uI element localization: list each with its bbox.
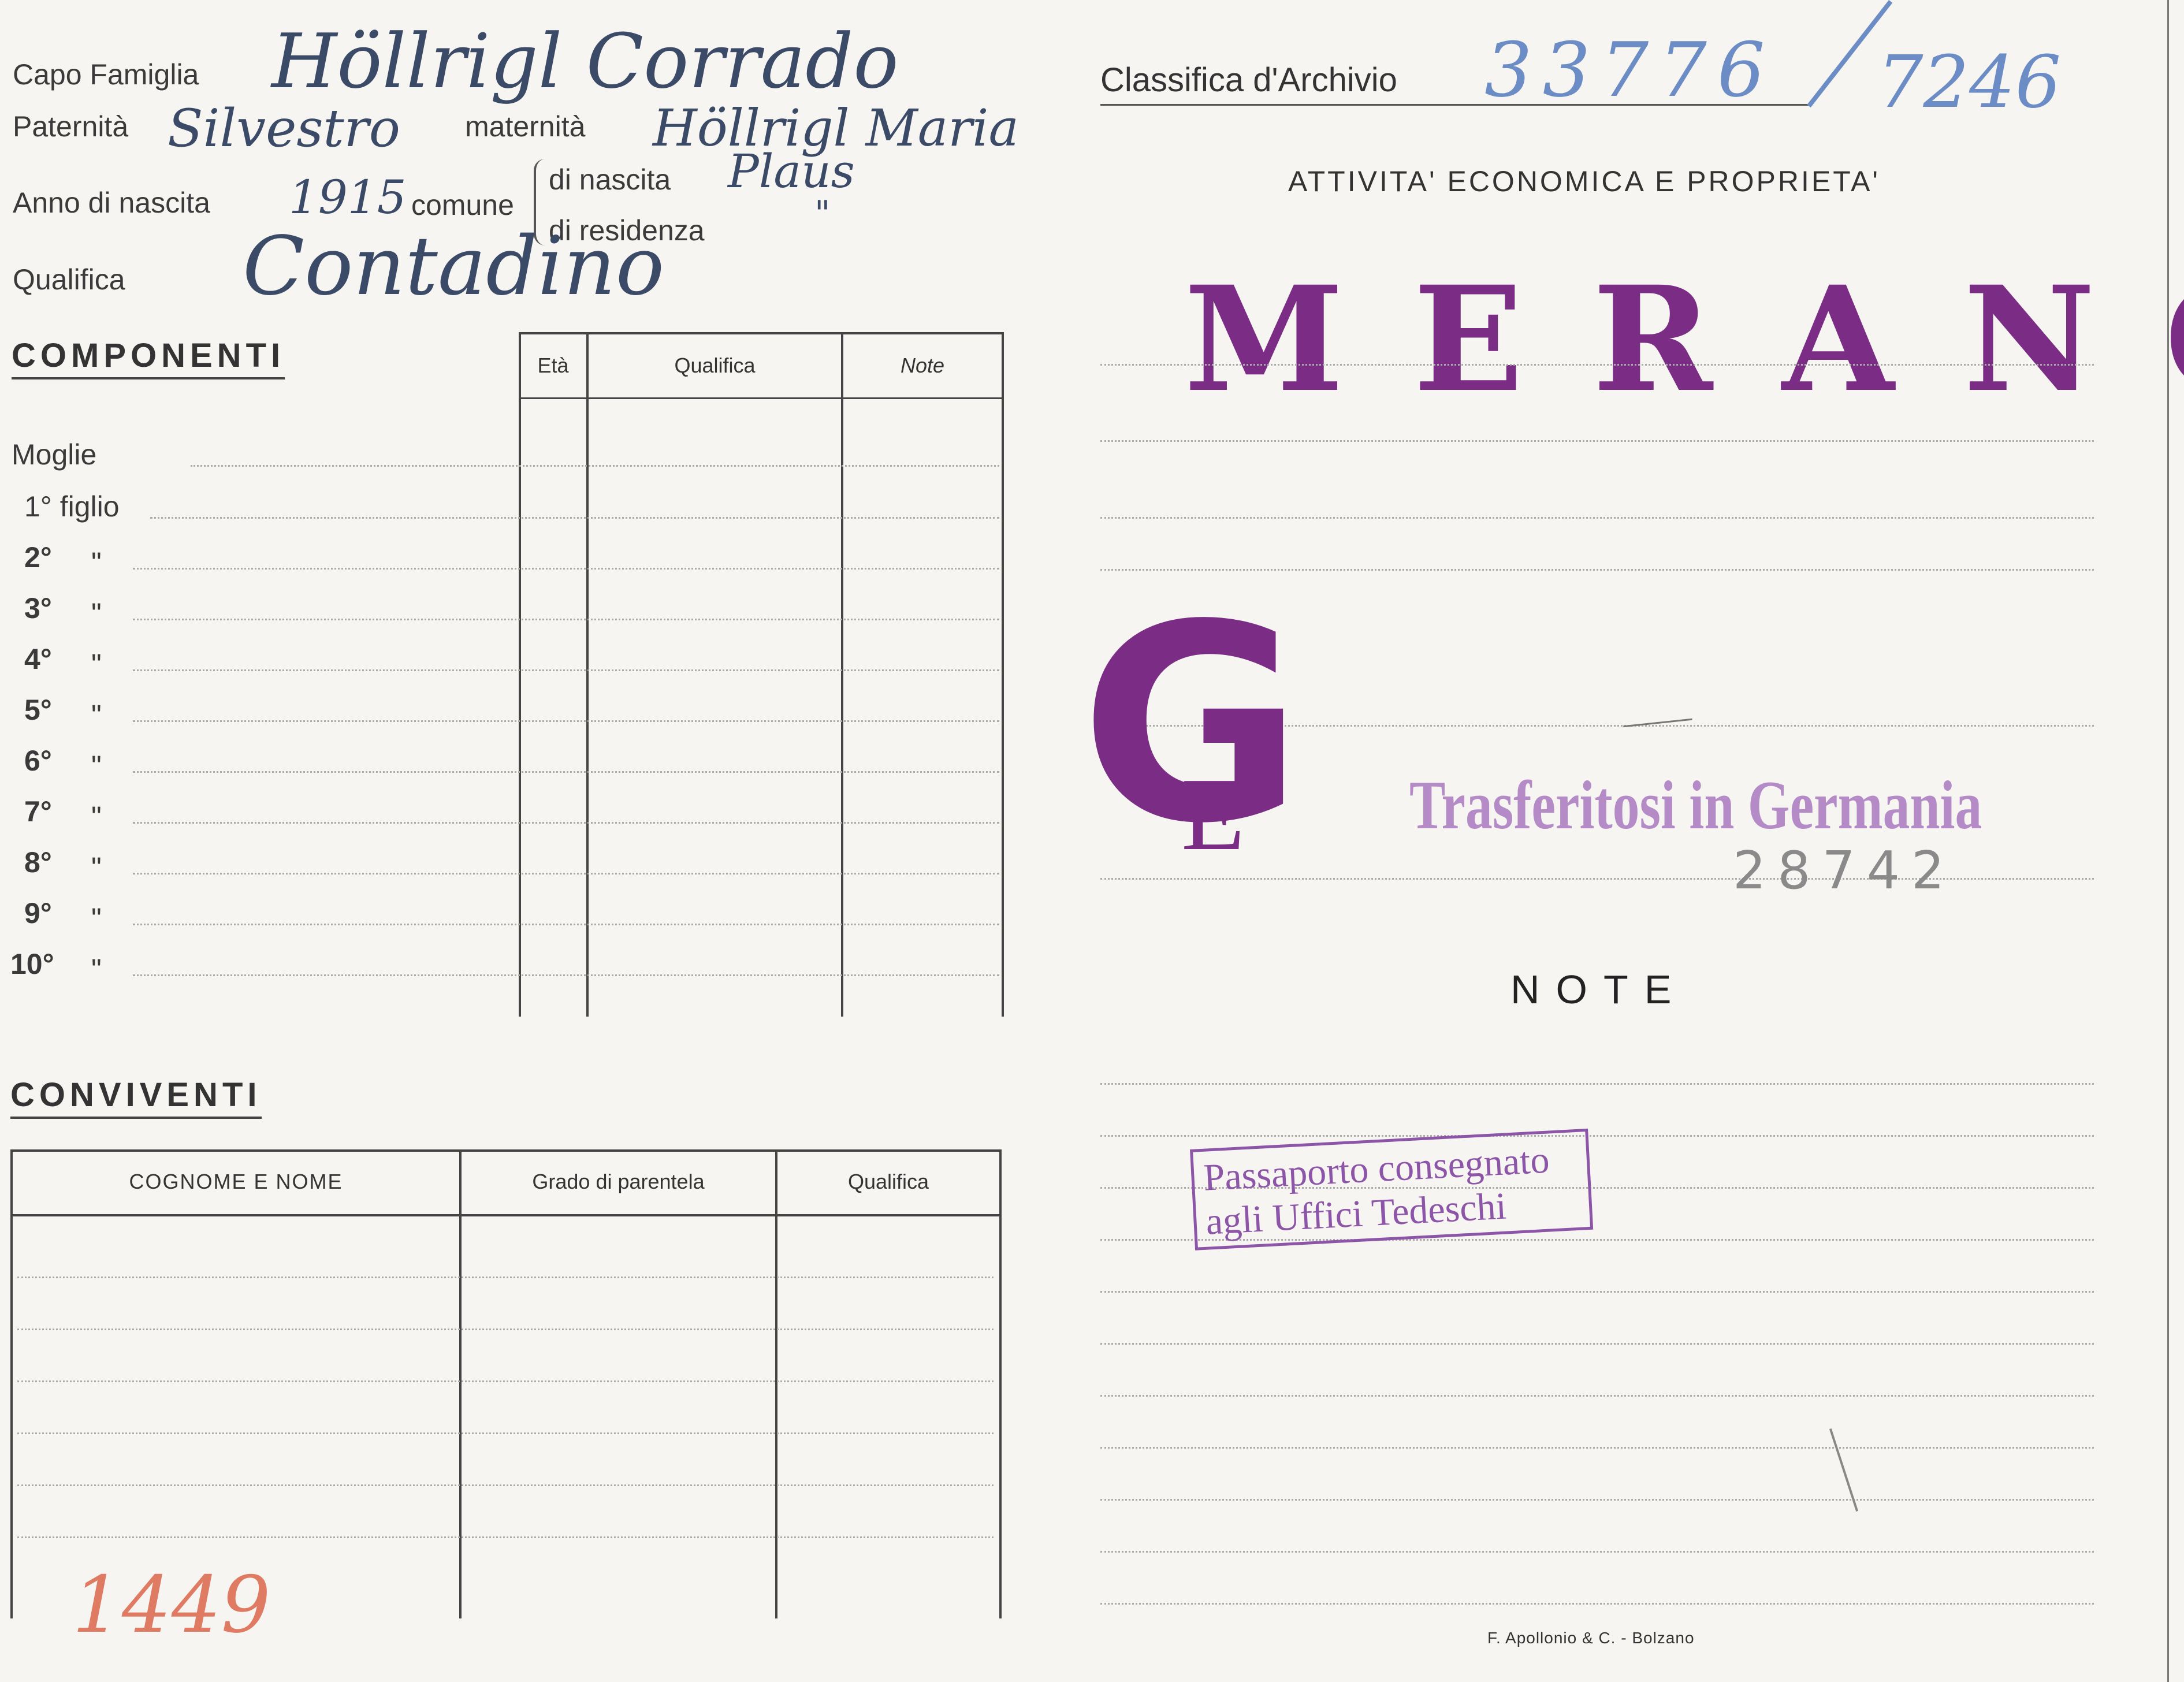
conv-col-grado xyxy=(775,1149,777,1618)
merano-stamp: MERANO xyxy=(1184,254,2184,424)
comp-header-eta: Età xyxy=(537,353,569,377)
paternita-value: Silvestro xyxy=(168,98,400,159)
conv-table-top xyxy=(10,1149,1002,1152)
conv-col-right xyxy=(999,1149,1002,1618)
right-dots xyxy=(1100,364,2094,366)
row-label-4: 4° xyxy=(24,643,52,675)
row-ditto-8: " xyxy=(91,851,102,884)
right-dots xyxy=(1100,440,2094,442)
conv-table-header-line xyxy=(10,1214,1002,1216)
conviventi-title: CONVIVENTI xyxy=(10,1076,262,1119)
row-ditto-4: " xyxy=(91,648,102,680)
paternita-label: Paternità xyxy=(13,110,129,143)
classifica-extra: 7246 xyxy=(1877,40,2062,124)
row-label-5: 5° xyxy=(24,694,52,726)
classifica-label: Classifica d'Archivio xyxy=(1100,61,1397,99)
row-label-8: 8° xyxy=(24,846,52,879)
row-ditto-3: " xyxy=(91,597,102,630)
comp-col-left xyxy=(519,332,521,1017)
anno-label: Anno di nascita xyxy=(13,187,210,219)
row-dots xyxy=(133,619,999,620)
attivita-title: ATTIVITA' ECONOMICA E PROPRIETA' xyxy=(1288,165,1880,198)
ge-stamp-e: E xyxy=(1181,757,1245,872)
row-ditto-10: " xyxy=(91,953,102,985)
nascita-value: Plaus xyxy=(728,144,855,198)
comp-col-eta xyxy=(586,332,589,1017)
comp-header-qualifica: Qualifica xyxy=(674,353,756,377)
row-dots xyxy=(150,517,999,519)
row-dots xyxy=(133,873,999,875)
anno-value: 1915 xyxy=(289,170,407,224)
comp-header-note: Note xyxy=(900,353,945,377)
conv-header-grado: Grado di parentela xyxy=(532,1170,705,1193)
row-ditto-5: " xyxy=(91,699,102,731)
maternita-label: maternità xyxy=(465,110,586,143)
row-label-figlio-1: 1° figlio xyxy=(24,490,120,523)
row-label-10: 10° xyxy=(10,948,54,980)
row-ditto-6: " xyxy=(91,750,102,782)
row-dots xyxy=(133,822,999,824)
row-dots xyxy=(191,465,999,467)
right-dots xyxy=(1100,1395,2094,1397)
conv-header-nome: COGNOME E NOME xyxy=(129,1170,343,1193)
right-dots xyxy=(1100,1551,2094,1553)
row-dots xyxy=(133,568,999,570)
note-title: NOTE xyxy=(1510,967,1688,1012)
capo-famiglia-value: Höllrigl Corrado xyxy=(271,17,899,105)
conv-row-dots xyxy=(17,1536,994,1538)
trasferiti-number: 28742 xyxy=(1733,840,1956,901)
row-dots xyxy=(133,669,999,671)
comp-table-header-line xyxy=(519,397,1004,399)
conv-row-dots xyxy=(17,1380,994,1382)
comp-col-qualifica xyxy=(841,332,843,1017)
row-label-7: 7° xyxy=(24,795,52,828)
right-dots xyxy=(1100,1343,2094,1345)
classifica-value: 33776 xyxy=(1484,26,1776,114)
red-pencil-number: 1449 xyxy=(72,1560,271,1650)
conv-row-dots xyxy=(17,1484,994,1486)
right-dots xyxy=(1100,1291,2094,1293)
qualifica-value: Contadino xyxy=(243,219,665,314)
nascita-label: di nascita xyxy=(549,163,671,196)
right-dots xyxy=(1100,1603,2094,1605)
right-dots xyxy=(1100,1083,2094,1085)
comp-table-top xyxy=(519,332,1004,334)
page-edge xyxy=(2167,0,2169,1682)
conv-row-dots xyxy=(17,1277,994,1278)
row-label-moglie: Moglie xyxy=(12,438,97,471)
comp-col-right xyxy=(1002,332,1004,1017)
capo-famiglia-label: Capo Famiglia xyxy=(13,58,199,91)
conv-col-left xyxy=(10,1149,13,1618)
row-ditto-7: " xyxy=(91,801,102,833)
trasferiti-stamp: Trasferitosi in Germania xyxy=(1409,766,1982,843)
row-dots xyxy=(133,720,999,722)
conv-header-qualifica: Qualifica xyxy=(847,1170,929,1193)
printer-credit: F. Apollonio & C. - Bolzano xyxy=(1487,1629,1695,1647)
qualifica-label: Qualifica xyxy=(13,263,125,296)
row-ditto-2: " xyxy=(91,546,102,579)
right-dots xyxy=(1100,1135,2094,1137)
row-label-6: 6° xyxy=(24,745,52,777)
row-label-3: 3° xyxy=(24,592,52,624)
right-dots xyxy=(1100,1447,2094,1449)
row-dots xyxy=(133,924,999,925)
row-ditto-9: " xyxy=(91,902,102,935)
row-label-2: 2° xyxy=(24,541,52,574)
right-dots xyxy=(1100,517,2094,519)
residenza-value: " xyxy=(814,193,831,234)
row-label-9: 9° xyxy=(24,897,52,929)
conv-row-dots xyxy=(17,1432,994,1434)
conv-col-nome xyxy=(459,1149,462,1618)
row-dots xyxy=(133,974,999,976)
conv-row-dots xyxy=(17,1329,994,1330)
right-dots xyxy=(1100,1499,2094,1501)
comune-label: comune xyxy=(411,189,514,221)
archive-card: Capo Famiglia Höllrigl Corrado Paternità… xyxy=(0,0,2184,1682)
passaporto-stamp: Passaporto consegnato agli Uffici Tedesc… xyxy=(1190,1128,1594,1251)
row-dots xyxy=(133,771,999,773)
componenti-title: COMPONENTI xyxy=(12,336,285,379)
